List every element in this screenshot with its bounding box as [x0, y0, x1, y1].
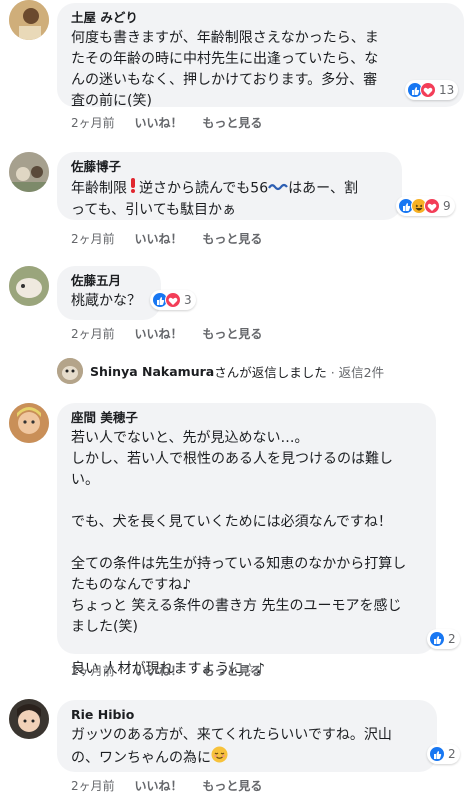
exclamation-emoji-icon [127, 177, 139, 200]
timestamp[interactable]: 2ヶ月前 [71, 779, 115, 793]
comment-bubble: 佐藤五月 桃蔵かな？ [57, 266, 161, 320]
like-link[interactable]: いいね！ [134, 779, 182, 793]
more-link[interactable]: もっと見る [202, 327, 262, 341]
comment-author[interactable]: Rie Hibio [71, 706, 425, 723]
love-reaction-icon [424, 198, 440, 214]
reply-text: さんが返信しました [214, 364, 327, 380]
avatar[interactable] [9, 403, 49, 443]
reaction-summary[interactable]: 2 [427, 744, 460, 764]
comment-text: 若い人でないと、先が見込めない…。 しかし、若い人で根性のある人を見つけるのは難… [71, 430, 407, 677]
comment-text: ガッツのある方が、来てくれたらいいですね。沢山 の、ワンちゃんの為に [71, 725, 425, 770]
avatar[interactable] [9, 152, 49, 192]
timestamp[interactable]: 2ヶ月前 [71, 664, 115, 678]
comment-meta: 2ヶ月前 いいね！ もっと見る [71, 325, 278, 342]
relieved-face-emoji-icon [211, 746, 228, 770]
comment-text-part: 逆さから読んでも56 [139, 180, 269, 197]
reaction-count: 9 [443, 199, 451, 213]
reaction-summary[interactable]: 13 [405, 80, 459, 100]
more-link[interactable]: もっと見る [202, 232, 262, 246]
love-reaction-icon [420, 82, 436, 98]
comment-text-part: 年齢制限 [71, 180, 127, 197]
avatar-photo-icon [9, 0, 49, 40]
like-link[interactable]: いいね！ [134, 232, 182, 246]
more-link[interactable]: もっと見る [202, 664, 262, 678]
avatar-photo-icon [9, 699, 49, 739]
reaction-summary[interactable]: 3 [150, 290, 196, 310]
avatar[interactable] [9, 0, 49, 40]
wavy-dash-emoji-icon [268, 178, 289, 199]
reply-summary[interactable]: Shinya Nakamura さんが返信しました · 返信2件 [57, 358, 384, 384]
comment-text: 何度も書きますが、年齢制限さえなかったら、ま たその年齢の時に中村先生に出逢って… [71, 30, 379, 109]
comment-meta: 2ヶ月前 いいね！ もっと見る [71, 662, 278, 679]
comment-author[interactable]: 佐藤博子 [71, 158, 390, 175]
like-link[interactable]: いいね！ [134, 664, 182, 678]
comment-author[interactable]: 佐藤五月 [71, 272, 149, 289]
comment-meta: 2ヶ月前 いいね！ もっと見る [71, 114, 278, 131]
avatar-photo-icon [9, 266, 49, 306]
comment-author[interactable]: 座間 美穂子 [71, 409, 424, 426]
reaction-count: 2 [448, 632, 456, 646]
comment-text: 桃蔵かな？ [71, 293, 141, 309]
like-reaction-icon [429, 746, 445, 762]
comment-bubble: 佐藤博子 年齢制限 逆さから読んでも56 はあー、割 っても、引いても駄目かぁ [57, 152, 402, 220]
avatar[interactable] [9, 699, 49, 739]
avatar-photo-icon [9, 152, 49, 192]
reaction-count: 3 [184, 293, 192, 307]
reply-author[interactable]: Shinya Nakamura [90, 364, 214, 379]
comment-bubble: Rie Hibio ガッツのある方が、来てくれたらいいですね。沢山 の、ワンちゃ… [57, 700, 437, 772]
comment-meta: 2ヶ月前 いいね！ もっと見る [71, 230, 278, 247]
reaction-count: 2 [448, 747, 456, 761]
like-link[interactable]: いいね！ [134, 116, 182, 130]
like-reaction-icon [429, 631, 445, 647]
comment-author[interactable]: 土屋 みどり [71, 9, 452, 26]
reaction-count: 13 [439, 83, 455, 97]
comment-bubble: 土屋 みどり 何度も書きますが、年齢制限さえなかったら、ま たその年齢の時に中村… [57, 3, 464, 109]
love-reaction-icon [165, 292, 181, 308]
avatar-photo-icon [9, 403, 49, 443]
timestamp[interactable]: 2ヶ月前 [71, 232, 115, 246]
reply-avatar [57, 358, 83, 384]
more-link[interactable]: もっと見る [202, 779, 262, 793]
comment-meta: 2ヶ月前 いいね！ もっと見る [71, 777, 278, 794]
comment-text: 年齢制限 逆さから読んでも56 はあー、割 っても、引いても駄目かぁ [71, 177, 390, 221]
reply-count[interactable]: · 返信2件 [331, 362, 384, 381]
comment-bubble: 座間 美穂子 若い人でないと、先が見込めない…。 しかし、若い人で根性のある人を… [57, 403, 436, 677]
like-link[interactable]: いいね！ [134, 327, 182, 341]
more-link[interactable]: もっと見る [202, 116, 262, 130]
comment-text-part: ガッツのある方が、来てくれたらいいですね。沢山 の、ワンちゃんの為に [71, 727, 392, 766]
timestamp[interactable]: 2ヶ月前 [71, 327, 115, 341]
reaction-summary[interactable]: 2 [427, 629, 460, 649]
avatar-photo-icon [57, 358, 83, 384]
avatar[interactable] [9, 266, 49, 306]
reaction-summary[interactable]: 9 [396, 196, 455, 216]
timestamp[interactable]: 2ヶ月前 [71, 116, 115, 130]
